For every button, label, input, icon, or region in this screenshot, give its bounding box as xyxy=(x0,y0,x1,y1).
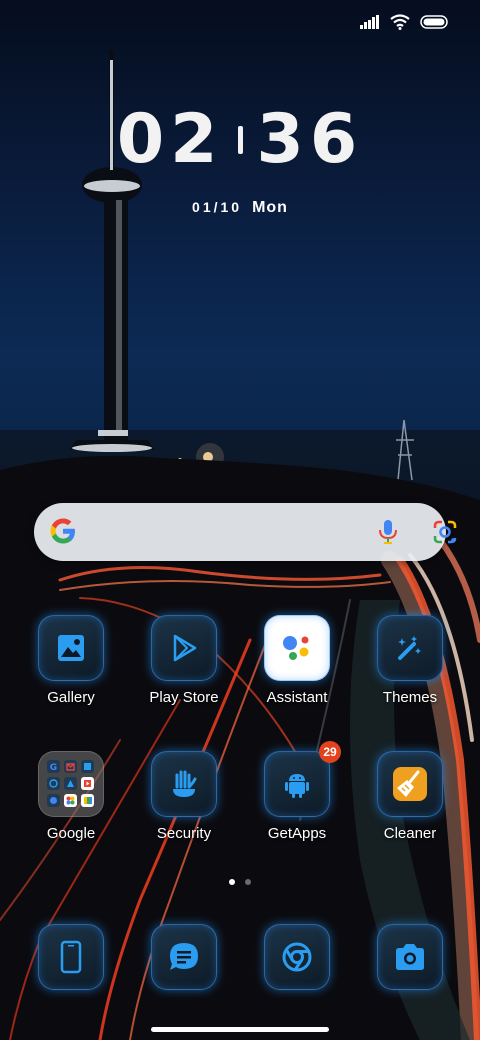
google-logo-icon xyxy=(48,516,78,551)
app-label: Gallery xyxy=(47,689,95,706)
app-label: GetApps xyxy=(267,825,327,842)
dock-messages[interactable] xyxy=(129,924,239,990)
messages-icon xyxy=(151,924,217,990)
app-security[interactable]: Security xyxy=(129,751,239,842)
clock-time: 02 36 xyxy=(117,100,363,179)
gallery-icon xyxy=(38,615,104,681)
app-label: Play Store xyxy=(149,689,219,706)
app-getapps[interactable]: 29 GetApps xyxy=(242,741,352,842)
camera-icon xyxy=(377,924,443,990)
app-label: Google xyxy=(46,825,96,842)
app-label: Assistant xyxy=(266,689,328,706)
clock-widget[interactable]: 02 36 01/10 Mon xyxy=(0,100,480,217)
app-cleaner[interactable]: Cleaner xyxy=(355,751,465,842)
assistant-icon xyxy=(264,615,330,681)
svg-text:G: G xyxy=(50,763,57,773)
dock-camera[interactable] xyxy=(355,924,465,990)
clock-hours: 02 xyxy=(116,100,224,179)
dock-chrome[interactable] xyxy=(242,924,352,990)
notification-badge: 29 xyxy=(319,741,341,763)
clock-minutes: 36 xyxy=(256,100,364,179)
play-store-icon xyxy=(151,615,217,681)
android-icon: 29 xyxy=(264,741,341,817)
mic-icon[interactable] xyxy=(376,519,400,550)
clock-day: Mon xyxy=(252,199,288,216)
clock-date-row: 01/10 Mon xyxy=(0,199,480,217)
app-google-folder[interactable]: G Google xyxy=(16,751,126,842)
app-play-store[interactable]: Play Store xyxy=(129,615,239,706)
clock-separator xyxy=(237,125,243,154)
app-gallery[interactable]: Gallery xyxy=(16,615,126,706)
gesture-navigation-bar[interactable] xyxy=(151,1027,329,1032)
page-indicator xyxy=(229,879,251,885)
google-lens-icon[interactable] xyxy=(432,519,458,550)
magic-wand-icon xyxy=(377,615,443,681)
google-folder-icon: G xyxy=(38,751,104,817)
chrome-icon xyxy=(264,924,330,990)
page-dot xyxy=(245,879,251,885)
status-bar xyxy=(360,14,450,35)
signal-icon xyxy=(360,15,380,34)
page-dot-active xyxy=(229,879,235,885)
app-label: Themes xyxy=(382,689,438,706)
app-label: Cleaner xyxy=(383,825,437,842)
wifi-icon xyxy=(390,14,410,35)
phone-icon xyxy=(38,924,104,990)
security-icon xyxy=(151,751,217,817)
dock-phone[interactable] xyxy=(16,924,126,990)
app-assistant[interactable]: Assistant xyxy=(242,615,352,706)
battery-icon xyxy=(420,15,450,34)
broom-icon xyxy=(377,751,443,817)
app-themes[interactable]: Themes xyxy=(355,615,465,706)
google-search-bar[interactable] xyxy=(34,503,457,561)
app-label: Security xyxy=(156,825,212,842)
clock-date: 01/10 xyxy=(192,199,243,215)
